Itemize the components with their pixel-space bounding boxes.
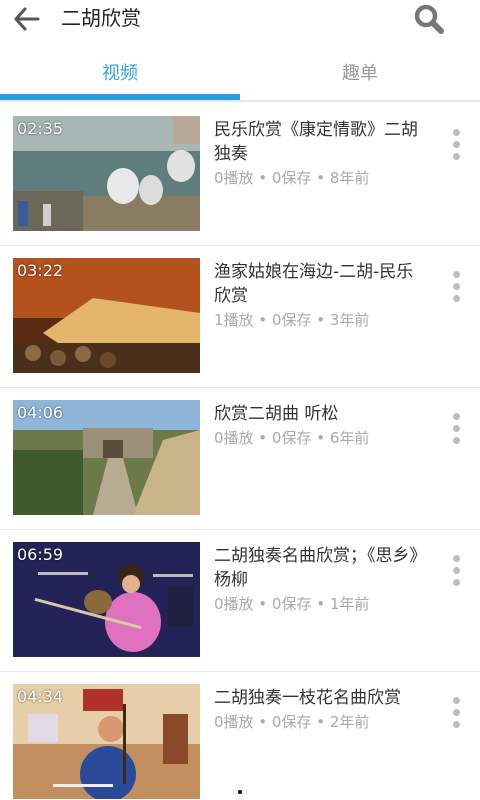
duration-label: 06:59 [17,545,64,564]
video-thumbnail[interactable]: 02:35 [13,116,200,231]
tab-divider [0,100,480,102]
more-dot [453,579,460,586]
duration-label: 02:35 [17,119,64,138]
arrow-left-icon [14,7,40,31]
duration-label: 04:06 [17,403,64,422]
video-item[interactable]: 06:59 二胡独奏名曲欣赏；《思乡》杨柳 0播放 • 0保存 • 1年前 [0,530,480,672]
more-dot [453,153,460,160]
more-options-button[interactable] [448,412,466,446]
video-title[interactable]: 二胡独奏一枝花名曲欣赏 [214,686,426,710]
video-thumbnail[interactable]: 06:59 [13,542,200,657]
video-meta: 0播放 • 0保存 • 8年前 [214,169,370,187]
video-meta: 0播放 • 0保存 • 2年前 [214,713,370,731]
video-thumbnail[interactable]: 04:34 [13,684,200,799]
video-list: 02:35 民乐欣赏《康定情歌》二胡独奏 0播放 • 0保存 • 8年前 03:… [0,104,480,800]
tab-bar: 视频 趣单 [0,48,480,102]
search-icon [414,4,444,34]
tab-playlists[interactable]: 趣单 [240,48,480,98]
more-dot [453,141,460,148]
app-screen: 二胡欣赏 视频 趣单 02:35 民乐欣赏《康定情歌》二胡独奏 0播放 • 0保… [0,0,480,800]
more-dot [453,425,460,432]
video-item[interactable]: 02:35 民乐欣赏《康定情歌》二胡独奏 0播放 • 0保存 • 8年前 [0,104,480,246]
tab-videos[interactable]: 视频 [0,48,240,98]
duration-label: 04:34 [17,687,64,706]
page-title: 二胡欣赏 [61,6,141,30]
more-dot [453,721,460,728]
more-dot [453,567,460,574]
more-options-button[interactable] [448,128,466,162]
video-item[interactable]: 03:22 渔家姑娘在海边-二胡-民乐欣赏 1播放 • 0保存 • 3年前 [0,246,480,388]
more-vertical-icon [453,271,460,278]
video-item[interactable]: 04:06 欣赏二胡曲 听松 0播放 • 0保存 • 6年前 [0,388,480,530]
more-options-button[interactable] [448,270,466,304]
header-bar: 二胡欣赏 [0,0,480,40]
more-dot [453,283,460,290]
video-meta: 0播放 • 0保存 • 1年前 [214,595,370,613]
video-meta: 1播放 • 0保存 • 3年前 [214,311,370,329]
duration-label: 03:22 [17,261,64,280]
video-title[interactable]: 民乐欣赏《康定情歌》二胡独奏 [214,118,426,166]
back-button[interactable] [10,4,44,34]
more-vertical-icon [453,555,460,562]
video-title[interactable]: 渔家姑娘在海边-二胡-民乐欣赏 [214,260,426,308]
video-item[interactable]: 04:34 二胡独奏一枝花名曲欣赏 0播放 • 0保存 • 2年前 [0,672,480,800]
video-thumbnail[interactable]: 04:06 [13,400,200,515]
search-button[interactable] [412,2,446,36]
scroll-indicator-dot [238,790,242,794]
video-meta: 0播放 • 0保存 • 6年前 [214,429,370,447]
video-thumbnail[interactable]: 03:22 [13,258,200,373]
more-dot [453,709,460,716]
more-options-button[interactable] [448,554,466,588]
more-dot [453,295,460,302]
more-options-button[interactable] [448,696,466,730]
more-dot [453,437,460,444]
more-vertical-icon [453,129,460,136]
more-vertical-icon [453,697,460,704]
video-title[interactable]: 欣赏二胡曲 听松 [214,402,426,426]
video-title[interactable]: 二胡独奏名曲欣赏；《思乡》杨柳 [214,544,426,592]
more-vertical-icon [453,413,460,420]
